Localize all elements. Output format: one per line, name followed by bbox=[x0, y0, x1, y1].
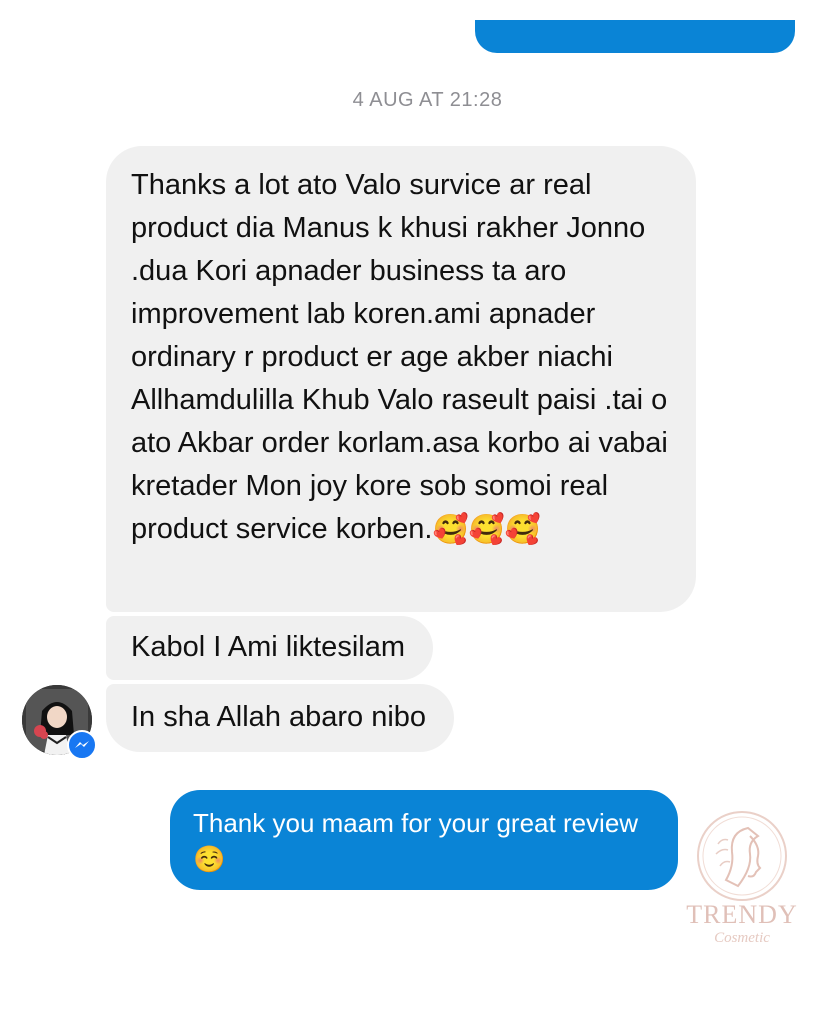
previous-outgoing-message-edge bbox=[475, 20, 795, 53]
message-text: Kabol I Ami liktesilam bbox=[131, 631, 405, 663]
watermark-brand: TRENDY bbox=[686, 900, 798, 929]
message-timestamp: 4 AUG AT 21:28 bbox=[352, 89, 503, 111]
incoming-message-bubble[interactable]: Thanks a lot ato Valo survice ar real pr… bbox=[106, 146, 696, 612]
message-text: Thank you maam for your great review bbox=[193, 808, 639, 838]
smiling-hearts-emoji: 🥰🥰🥰 bbox=[432, 513, 541, 546]
incoming-message-bubble[interactable]: Kabol I Ami liktesilam bbox=[106, 616, 433, 680]
smiling-face-emoji: ☺️ bbox=[193, 844, 226, 875]
incoming-message-bubble[interactable]: In sha Allah abaro nibo bbox=[106, 684, 455, 752]
messenger-bolt-icon bbox=[75, 741, 89, 748]
message-text: Thanks a lot ato Valo survice ar real pr… bbox=[131, 169, 668, 545]
message-text: In sha Allah abaro nibo bbox=[131, 701, 427, 733]
watermark-subtitle: Cosmetic bbox=[714, 930, 770, 946]
messenger-badge-icon bbox=[67, 730, 97, 760]
outgoing-message-bubble[interactable]: Thank you maam for your great review ☺️ bbox=[170, 790, 678, 890]
